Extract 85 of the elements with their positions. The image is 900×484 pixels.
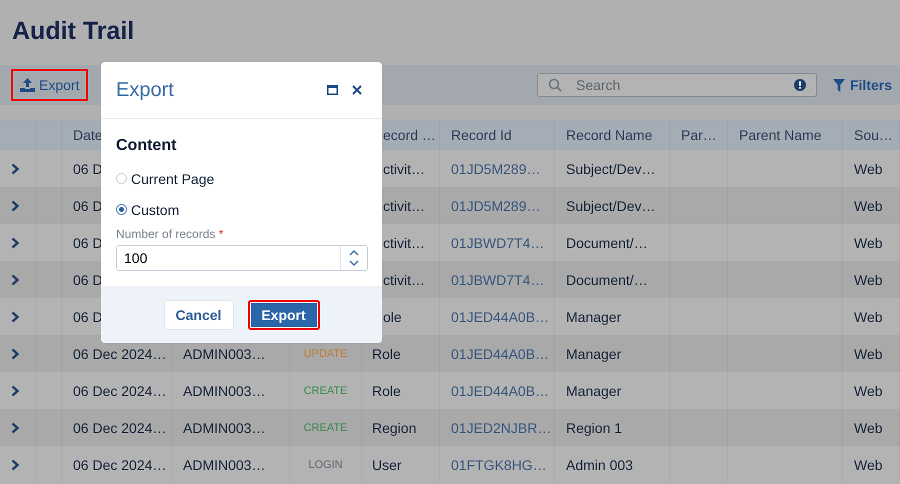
field-label: Number of records * (116, 227, 224, 241)
action-tag: CREATE (304, 422, 348, 434)
cancel-button[interactable]: Cancel (164, 300, 234, 330)
table-cell: Web (854, 234, 883, 250)
expand-chevron-icon[interactable] (11, 458, 20, 470)
record-id-link[interactable]: 01JED44A0B… (451, 308, 550, 324)
table-cell: Subject/Dev… (566, 198, 656, 214)
record-id-link[interactable]: 01JED2NJBR… (451, 420, 552, 436)
table-cell: Web (854, 382, 883, 398)
page-title: Audit Trail (11, 16, 136, 47)
table-cell: ADMIN003… (183, 382, 266, 398)
column-header[interactable]: Date (73, 127, 103, 143)
expand-chevron-icon[interactable] (11, 384, 20, 396)
export-button[interactable]: Export (248, 300, 320, 330)
table-cell: 06 Dec 2024… (73, 420, 166, 436)
expand-chevron-icon[interactable] (11, 162, 20, 174)
column-header[interactable]: Record Name (566, 127, 652, 143)
table-cell: ctivit… (383, 234, 425, 250)
action-tag: UPDATE (304, 348, 348, 360)
column-header[interactable]: Sou… (854, 127, 893, 143)
table-cell: Region 1 (566, 420, 622, 436)
table-cell: 06 Dec 2024… (73, 382, 166, 398)
close-icon[interactable] (352, 85, 362, 95)
expand-chevron-icon[interactable] (11, 274, 20, 286)
search-input[interactable]: Search (574, 76, 782, 94)
export-button[interactable]: Export (11, 69, 88, 101)
table-cell: Admin 003 (566, 456, 633, 472)
table-cell: Region (372, 420, 416, 436)
table-cell: Manager (566, 382, 622, 398)
table-cell: Web (854, 456, 883, 472)
table-cell: 06 Dec 2024… (73, 346, 166, 362)
column-header[interactable]: Par… (681, 127, 717, 143)
table-cell: Web (854, 272, 883, 288)
upload-icon (20, 78, 35, 92)
table-cell: ctivit… (383, 198, 425, 214)
table-cell: Web (854, 160, 883, 176)
column-header[interactable]: ecord … (383, 127, 436, 143)
table-cell: Role (372, 346, 401, 362)
search-icon (548, 78, 562, 92)
table-cell: Document/… (566, 234, 648, 250)
radio-button[interactable] (116, 204, 127, 215)
expand-chevron-icon[interactable] (11, 236, 20, 248)
table-cell: Subject/Dev… (566, 160, 656, 176)
radio-label[interactable]: Current Page (131, 170, 214, 186)
record-id-link[interactable]: 01JBWD7T4… (451, 234, 544, 250)
expand-chevron-icon[interactable] (11, 422, 20, 434)
table-cell: Role (372, 382, 401, 398)
table-cell: ADMIN003… (183, 346, 266, 362)
expand-chevron-icon[interactable] (11, 348, 20, 360)
table-cell: Document/… (566, 272, 648, 288)
table-cell: ADMIN003… (183, 420, 266, 436)
table-cell: 06 Dec 2024… (73, 456, 166, 472)
table-cell: Web (854, 198, 883, 214)
radio-label[interactable]: Custom (131, 202, 180, 218)
expand-chevron-icon[interactable] (11, 310, 20, 322)
expand-chevron-icon[interactable] (11, 200, 20, 212)
table-cell: ctivit… (383, 160, 425, 176)
table-cell: ole (383, 308, 402, 324)
table-cell: Web (854, 346, 883, 362)
maximize-icon[interactable] (327, 85, 338, 95)
action-tag: LOGIN (308, 458, 343, 470)
column-header[interactable]: Record Id (451, 127, 512, 143)
table-cell: Web (854, 308, 883, 324)
record-id-link[interactable]: 01JED44A0B… (451, 382, 550, 398)
dialog-title: Export (116, 78, 175, 102)
record-id-link[interactable]: 01FTGK8HG… (451, 456, 547, 472)
number-field[interactable]: 100 (116, 245, 368, 271)
alert-icon (794, 79, 806, 91)
filters-button[interactable]: Filters (832, 77, 892, 93)
filter-icon (832, 78, 845, 92)
table-cell: ctivit… (383, 272, 425, 288)
table-cell: Manager (566, 346, 622, 362)
column-header[interactable]: Parent Name (739, 127, 822, 143)
action-tag: CREATE (304, 384, 348, 396)
section-heading: Content (116, 137, 178, 155)
record-id-link[interactable]: 01JED44A0B… (451, 346, 550, 362)
search-field[interactable]: Search (536, 73, 817, 97)
record-id-link[interactable]: 01JBWD7T4… (451, 272, 544, 288)
table-cell: User (372, 456, 402, 472)
table-cell: Manager (566, 308, 622, 324)
record-id-link[interactable]: 01JD5M289… (451, 160, 540, 176)
table-cell: Web (854, 420, 883, 436)
required-mark: * (218, 227, 224, 241)
record-id-link[interactable]: 01JD5M289… (451, 198, 540, 214)
table-cell: ADMIN003… (183, 456, 266, 472)
